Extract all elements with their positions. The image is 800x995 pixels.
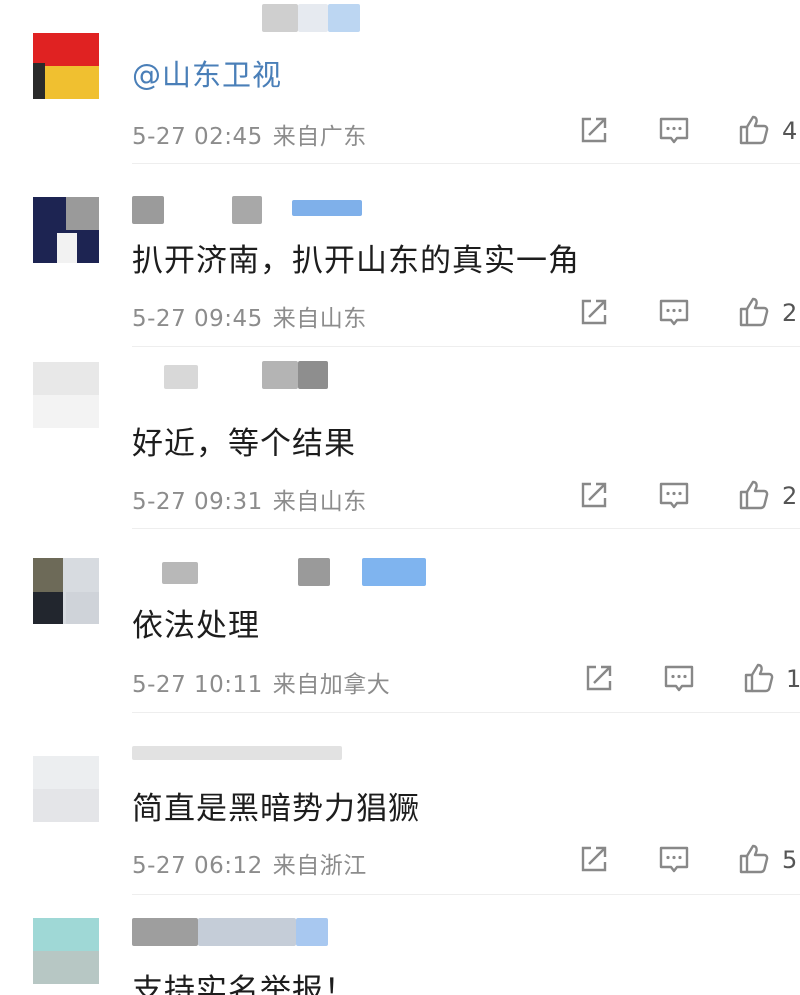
comment-meta: 5-27 06:12 来自浙江 — [132, 846, 367, 880]
like-button[interactable] — [737, 113, 771, 147]
comment-date: 5-27 02:45 — [132, 124, 263, 150]
username-blurred[interactable] — [132, 4, 372, 34]
share-button[interactable] — [577, 113, 611, 147]
comment-date: 5-27 09:31 — [132, 489, 263, 515]
like-button[interactable] — [737, 295, 771, 329]
comment-meta: 5-27 09:31 来自山东 — [132, 482, 367, 516]
comment-location: 来自浙江 — [272, 853, 367, 879]
divider — [132, 346, 800, 347]
like-icon — [739, 844, 769, 874]
comment-button[interactable] — [657, 842, 691, 876]
avatar[interactable] — [33, 197, 99, 263]
like-button[interactable] — [737, 842, 771, 876]
comment-location: 来自山东 — [272, 489, 367, 515]
like-icon — [739, 115, 769, 145]
like-count: 4 — [782, 117, 798, 145]
comment-button[interactable] — [657, 295, 691, 329]
avatar[interactable] — [33, 362, 99, 428]
comment-content: 简直是黑暗势力猖獗 — [132, 791, 420, 827]
username-blurred[interactable] — [132, 558, 432, 588]
share-button[interactable] — [577, 842, 611, 876]
share-icon — [581, 117, 607, 143]
comment-content: 扒开济南，扒开山东的真实一角 — [132, 243, 580, 279]
like-button[interactable] — [742, 661, 776, 695]
comment-location: 来自加拿大 — [272, 672, 391, 698]
share-button[interactable] — [577, 295, 611, 329]
comment-location: 来自山东 — [272, 306, 367, 332]
comment-location: 来自广东 — [272, 124, 367, 150]
divider — [132, 528, 800, 529]
comment-button[interactable] — [662, 661, 696, 695]
comment-icon — [659, 117, 689, 144]
comment-feed: @山东卫视 5-27 02:45 来自广东 4 扒开济南，扒开山东的真实一角 5-… — [0, 0, 800, 995]
divider — [132, 894, 800, 895]
like-count: 5 — [782, 846, 798, 874]
username-blurred[interactable] — [132, 740, 372, 770]
avatar[interactable] — [33, 756, 99, 822]
divider — [132, 712, 800, 713]
comment-content: 支持实名举报！ — [132, 973, 356, 995]
like-count: 1 — [786, 665, 800, 693]
like-button[interactable] — [737, 478, 771, 512]
comment-icon — [659, 846, 689, 873]
like-icon — [739, 297, 769, 327]
comment-icon — [659, 299, 689, 326]
comment-content: 好近，等个结果 — [132, 426, 356, 462]
like-count: 2 — [782, 299, 798, 327]
avatar[interactable] — [33, 918, 99, 984]
comment-content: 依法处理 — [132, 608, 260, 644]
comment-button[interactable] — [657, 478, 691, 512]
comment-icon — [659, 482, 689, 509]
divider — [132, 163, 800, 164]
comment-button[interactable] — [657, 113, 691, 147]
username-blurred[interactable] — [132, 918, 372, 948]
avatar[interactable] — [33, 558, 99, 624]
username-blurred[interactable] — [132, 196, 372, 226]
comment-date: 5-27 10:11 — [132, 672, 263, 698]
comment-meta: 5-27 10:11 来自加拿大 — [132, 665, 390, 699]
share-icon — [581, 482, 607, 508]
like-count: 2 — [782, 482, 798, 510]
like-icon — [739, 480, 769, 510]
comment-date: 5-27 09:45 — [132, 306, 263, 332]
like-icon — [744, 663, 774, 693]
comment-mention[interactable]: @山东卫视 — [132, 52, 282, 94]
comment-date: 5-27 06:12 — [132, 853, 263, 879]
comment-meta: 5-27 02:45 来自广东 — [132, 117, 367, 151]
share-button[interactable] — [582, 661, 616, 695]
share-button[interactable] — [577, 478, 611, 512]
comment-icon — [664, 665, 694, 692]
share-icon — [581, 846, 607, 872]
comment-meta: 5-27 09:45 来自山东 — [132, 299, 367, 333]
avatar[interactable] — [33, 33, 99, 99]
share-icon — [586, 665, 612, 691]
share-icon — [581, 299, 607, 325]
username-blurred[interactable] — [132, 361, 372, 391]
